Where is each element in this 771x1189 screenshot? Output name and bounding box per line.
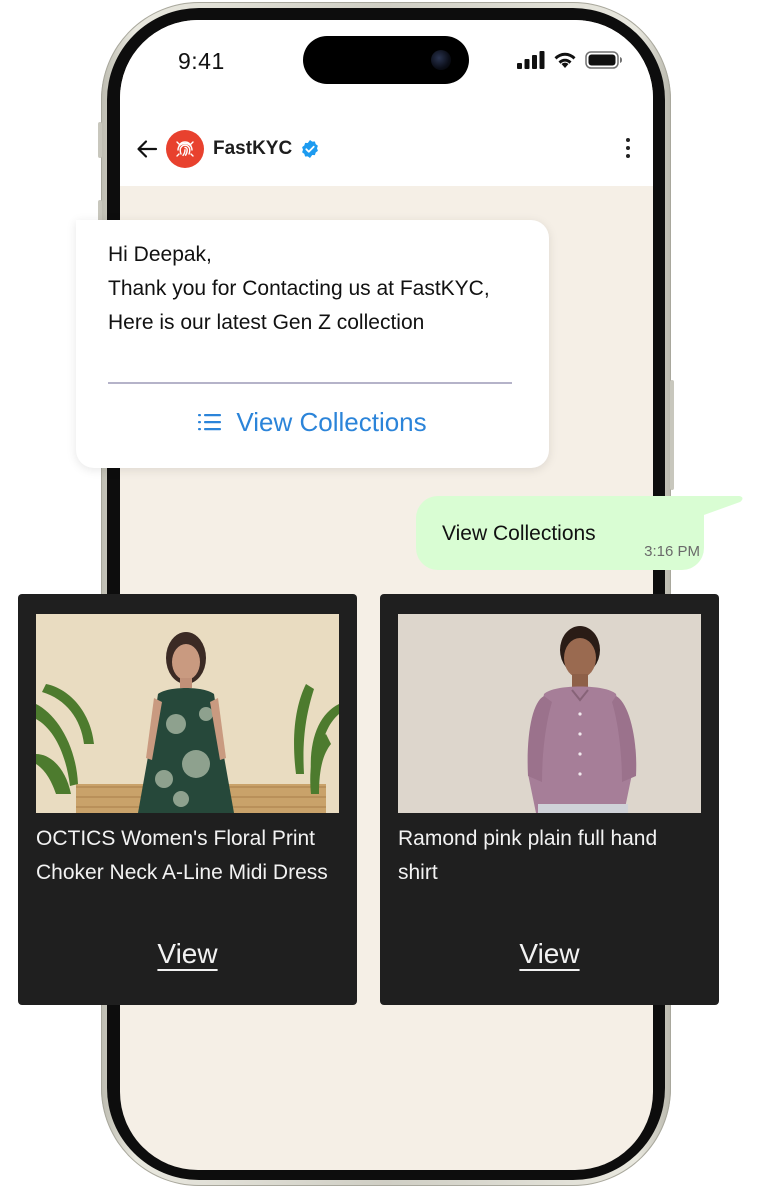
view-label: View [157, 938, 218, 969]
product-title: OCTICS Women's Floral Print Choker Neck … [36, 827, 328, 884]
view-product-button[interactable]: View [380, 938, 719, 970]
outgoing-message-text: View Collections [442, 522, 596, 545]
list-icon [198, 414, 222, 431]
side-button-power [670, 380, 674, 490]
product-photo [36, 614, 339, 813]
product-card[interactable]: OCTICS Women's Floral Print Choker Neck … [18, 594, 357, 1005]
contact-name[interactable]: FastKYC [213, 138, 292, 160]
product-title: Ramond pink plain full hand shirt [398, 827, 658, 884]
incoming-message-bubble: Hi Deepak, Thank you for Contacting us a… [76, 220, 549, 468]
fingerprint-icon [176, 141, 194, 157]
product-image-shirt[interactable] [398, 614, 701, 813]
message-timestamp: 3:16 PM [644, 543, 700, 560]
verified-badge-icon [302, 140, 318, 158]
view-product-button[interactable]: View [18, 938, 357, 970]
status-icons [517, 50, 623, 70]
dynamic-island [303, 36, 469, 84]
camera-icon [431, 50, 451, 70]
product-photo [398, 614, 701, 813]
incoming-message-text: Hi Deepak, Thank you for Contacting us a… [108, 243, 490, 334]
view-label: View [519, 938, 580, 969]
back-arrow-icon[interactable] [136, 138, 158, 160]
wifi-icon [554, 52, 576, 68]
status-time: 9:41 [178, 48, 225, 74]
avatar[interactable] [166, 130, 204, 168]
bubble-divider [108, 382, 512, 384]
status-bar: 9:41 [120, 20, 653, 100]
view-collections-button[interactable]: View Collections [76, 402, 549, 442]
signal-icon [517, 51, 545, 69]
view-collections-label: View Collections [236, 406, 427, 437]
outgoing-message-bubble: View Collections 3:16 PM [416, 496, 704, 570]
more-vert-icon[interactable] [625, 138, 631, 160]
battery-icon [585, 51, 622, 69]
product-card[interactable]: Ramond pink plain full hand shirt View [380, 594, 719, 1005]
side-button-action [98, 122, 102, 158]
chat-header: FastKYC [120, 100, 653, 186]
product-image-dress[interactable] [36, 614, 339, 813]
